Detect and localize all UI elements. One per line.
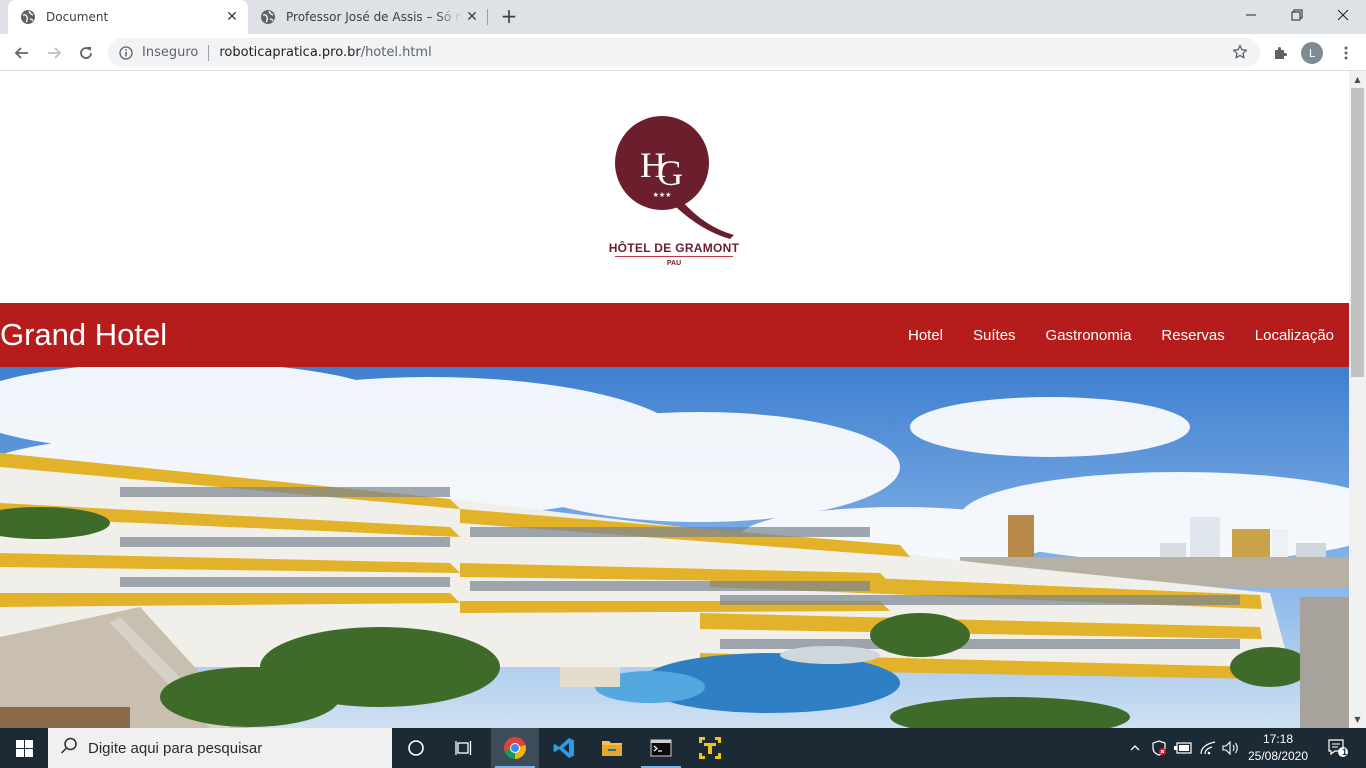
extensions-button[interactable] <box>1266 39 1294 67</box>
hero-image <box>0 367 1349 728</box>
windows-logo-icon <box>15 739 33 757</box>
search-placeholder: Digite aqui para pesquisar <box>88 739 263 757</box>
logo-stars: ★★★ <box>653 191 672 199</box>
scroll-up-arrow-icon[interactable]: ▲ <box>1349 71 1366 88</box>
restore-button[interactable] <box>1274 0 1320 30</box>
close-icon <box>1337 9 1349 21</box>
page-scrollbar[interactable]: ▲ ▼ <box>1349 71 1366 728</box>
new-tab-button[interactable]: + <box>498 6 520 28</box>
globe-icon <box>260 9 276 25</box>
wifi-icon[interactable] <box>1197 728 1219 768</box>
tab-document[interactable]: Document ✕ <box>8 0 248 34</box>
hotel-photo <box>0 367 1349 728</box>
vscode-icon <box>553 738 574 758</box>
arrow-left-icon <box>14 47 28 59</box>
yellow-app-icon <box>699 737 721 759</box>
vscode-taskbar-button[interactable] <box>540 728 588 768</box>
hotel-logo-icon: H G ★★★ <box>615 116 734 239</box>
reload-icon <box>80 47 92 59</box>
page-viewport: H G ★★★ HÔTEL DE GRAMONT PAU Grand Hotel… <box>0 71 1349 728</box>
search-icon <box>60 737 78 759</box>
logo-divider <box>615 256 733 257</box>
cortana-circle-icon <box>408 740 424 756</box>
nav-link-suites[interactable]: Suítes <box>973 327 1016 344</box>
security-label[interactable]: Inseguro <box>142 45 198 60</box>
nav-links: Hotel Suítes Gastronomia Reservas Locali… <box>878 327 1334 344</box>
omnibox-divider <box>208 44 210 61</box>
address-bar[interactable]: Inseguro roboticapratica.pro.br/hotel.ht… <box>108 38 1260 67</box>
logo-area: H G ★★★ HÔTEL DE GRAMONT PAU <box>0 71 1349 303</box>
close-window-button[interactable] <box>1320 0 1366 30</box>
puzzle-icon <box>1275 47 1287 59</box>
scroll-down-arrow-icon[interactable]: ▼ <box>1349 711 1366 728</box>
close-icon[interactable]: ✕ <box>222 7 242 27</box>
profile-avatar[interactable]: L <box>1301 42 1323 64</box>
task-view-icon <box>455 741 472 755</box>
terminal-taskbar-button[interactable] <box>637 728 685 768</box>
folder-icon <box>602 741 622 756</box>
kebab-menu-icon <box>1344 46 1348 60</box>
tab-title: Document <box>46 10 109 24</box>
minimize-button[interactable] <box>1228 0 1274 30</box>
logo-city: PAU <box>666 260 682 267</box>
url-path: /hotel.html <box>360 45 432 60</box>
restore-icon <box>1291 9 1303 21</box>
clock-date: 25/08/2020 <box>1247 749 1309 763</box>
nav-link-gastronomia[interactable]: Gastronomia <box>1046 327 1132 344</box>
close-icon[interactable]: ✕ <box>462 7 482 27</box>
windows-taskbar: Digite aqui para pesquisar 17:18 25/08/2… <box>0 728 1366 768</box>
defender-shield-icon[interactable] <box>1148 728 1170 768</box>
brand-title[interactable]: Grand Hotel <box>0 317 878 353</box>
navbar: Grand Hotel Hotel Suítes Gastronomia Res… <box>0 303 1349 367</box>
logo-text: HÔTEL DE GRAMONT PAU <box>574 241 774 267</box>
taskbar-clock[interactable]: 17:18 25/08/2020 <box>1244 731 1312 765</box>
battery-icon[interactable] <box>1172 728 1194 768</box>
nav-link-hotel[interactable]: Hotel <box>908 327 943 344</box>
tray-chevron-up-icon[interactable] <box>1126 728 1144 768</box>
tab-professor[interactable]: Professor José de Assis – Só mais ✕ <box>250 0 488 34</box>
taskbar-search[interactable]: Digite aqui para pesquisar <box>48 728 392 768</box>
nav-link-reservas[interactable]: Reservas <box>1161 327 1224 344</box>
cortana-button[interactable] <box>392 728 440 768</box>
logo-monogram-g: G <box>657 153 683 193</box>
start-button[interactable] <box>0 728 48 768</box>
menu-button[interactable] <box>1332 39 1360 67</box>
forward-button[interactable] <box>40 39 68 67</box>
browser-toolbar: Inseguro roboticapratica.pro.br/hotel.ht… <box>0 34 1366 71</box>
action-center-button[interactable]: 1 <box>1318 728 1358 768</box>
chrome-icon <box>504 737 526 759</box>
tab-title: Professor José de Assis – Só mais <box>286 10 462 24</box>
notification-count: 1 <box>1342 747 1348 757</box>
bookmark-star-icon[interactable] <box>1232 44 1248 64</box>
task-view-button[interactable] <box>440 728 488 768</box>
info-icon[interactable] <box>118 45 134 61</box>
clock-time: 17:18 <box>1262 732 1294 746</box>
scroll-thumb[interactable] <box>1351 88 1364 377</box>
nav-link-localizacao[interactable]: Localização <box>1255 327 1334 344</box>
logo-name: HÔTEL DE GRAMONT <box>608 241 740 255</box>
volume-icon[interactable] <box>1220 728 1242 768</box>
arrow-right-icon <box>48 47 62 59</box>
back-button[interactable] <box>8 39 36 67</box>
tab-strip: Document ✕ Professor José de Assis – Só … <box>0 0 1366 34</box>
tab-separator <box>487 9 488 25</box>
minimize-icon <box>1246 14 1256 16</box>
app-taskbar-button[interactable] <box>686 728 734 768</box>
url-host: roboticapratica.pro.br <box>219 45 361 60</box>
reload-button[interactable] <box>72 39 100 67</box>
file-explorer-taskbar-button[interactable] <box>588 728 636 768</box>
chrome-taskbar-button[interactable] <box>491 728 539 768</box>
terminal-icon <box>650 739 672 757</box>
globe-icon <box>20 9 36 25</box>
